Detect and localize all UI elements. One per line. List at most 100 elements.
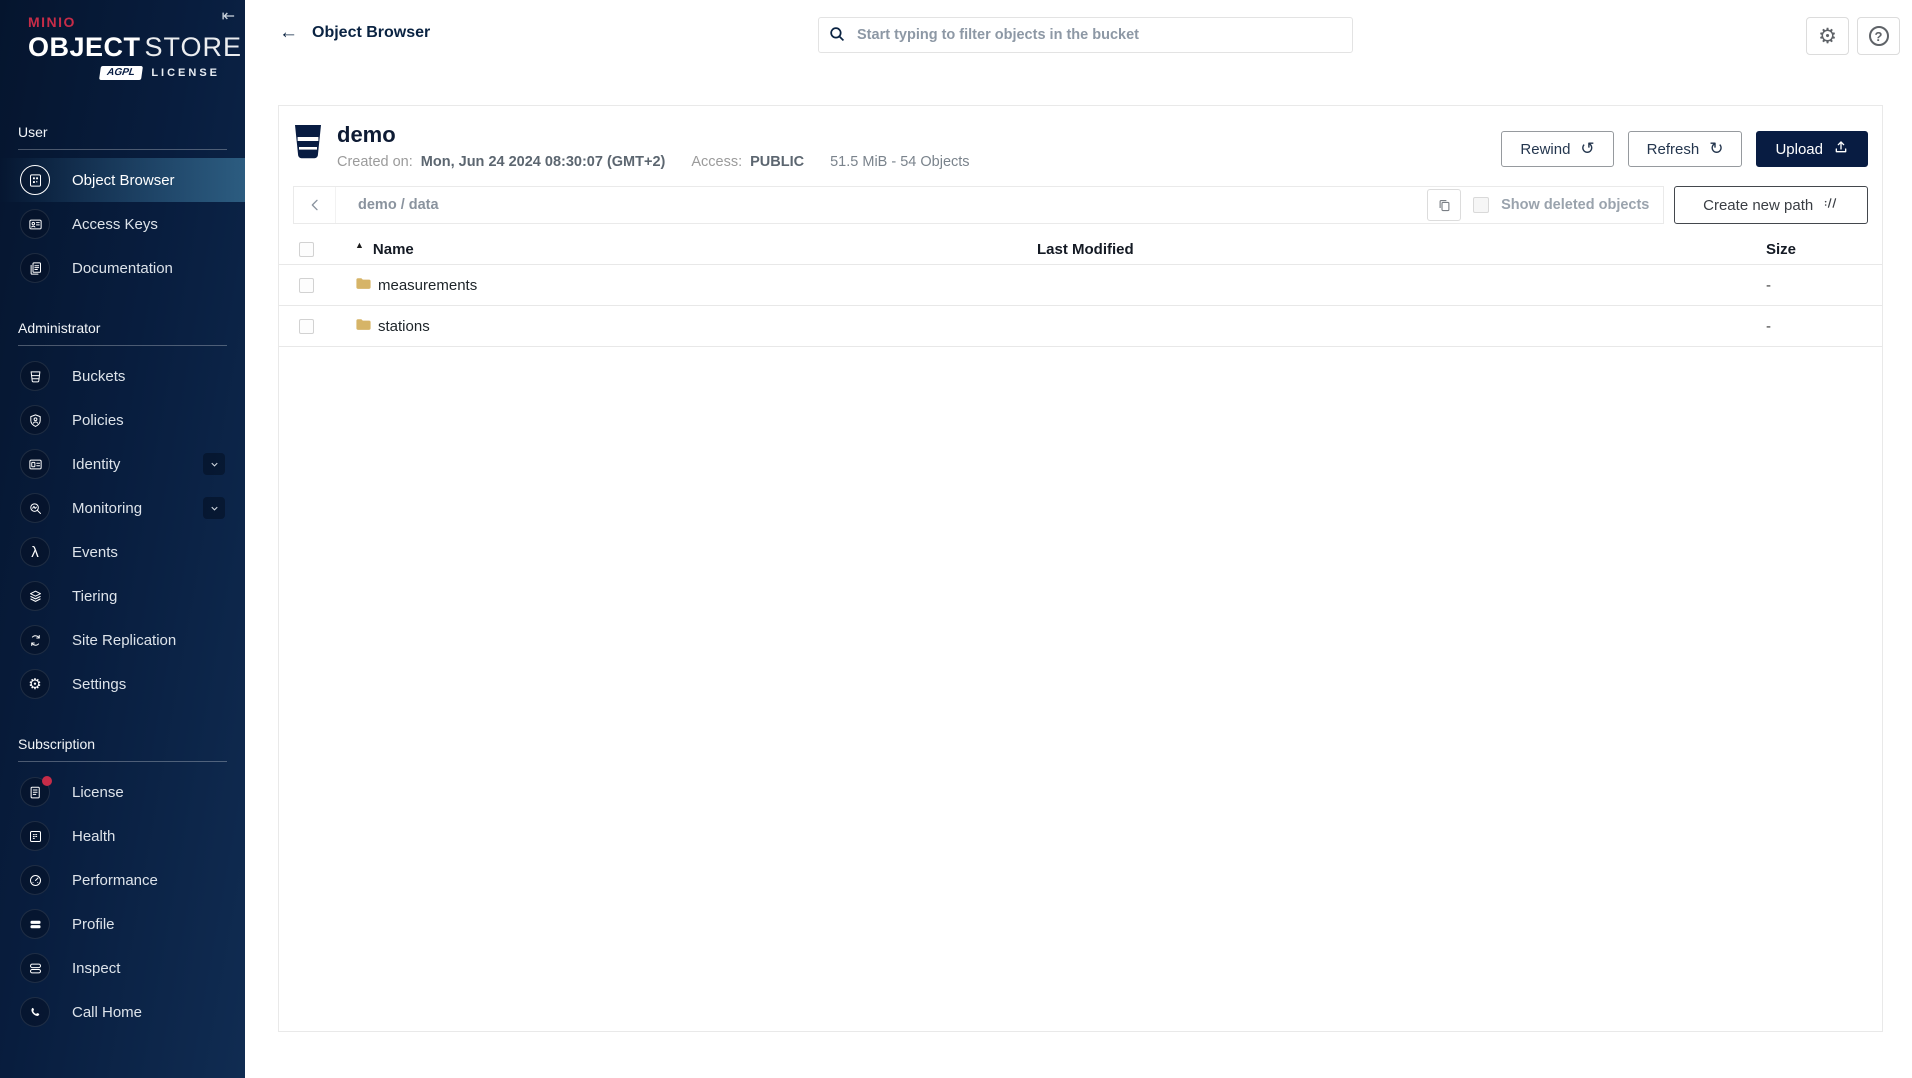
search-icon [828,25,847,49]
table-header-row: ▲ Name Last Modified Size [279,234,1882,265]
sidebar-item-site-replication[interactable]: Site Replication [0,618,245,662]
sidebar-item-performance[interactable]: Performance [0,858,245,902]
access-keys-icon [20,209,50,239]
chevron-down-icon[interactable] [203,453,225,475]
phone-icon [20,997,50,1027]
product-title: OBJECTSTORE [28,32,229,63]
sidebar-item-object-browser[interactable]: Object Browser [0,158,245,202]
sidebar-item-events[interactable]: λ Events [0,530,245,574]
object-browser-panel: demo Created on: Mon, Jun 24 2024 08:30:… [278,105,1883,1032]
table-row[interactable]: stations - [279,306,1882,347]
object-size: - [1766,277,1882,294]
brand-text: MINIO [28,14,229,30]
gear-icon: ⚙ [1818,26,1837,47]
sidebar-item-inspect[interactable]: Inspect [0,946,245,990]
created-label: Created on: [337,154,413,170]
bucket-header: demo Created on: Mon, Jun 24 2024 08:30:… [279,106,1882,180]
section-subscription: Subscription [18,736,227,752]
refresh-icon: ↻ [1709,139,1723,159]
sidebar-item-label: Buckets [72,368,125,385]
section-administrator: Administrator [18,320,227,336]
sidebar-item-label: Identity [72,456,120,473]
license-doc-icon [20,777,50,807]
chevron-down-icon[interactable] [203,497,225,519]
path-back-button[interactable] [294,187,336,223]
sidebar-item-label: Inspect [72,960,120,977]
settings-button[interactable]: ⚙ [1806,17,1849,55]
inspect-icon [20,953,50,983]
sidebar-item-identity[interactable]: Identity [0,442,245,486]
sidebar-item-label: Health [72,828,115,845]
sidebar-item-access-keys[interactable]: Access Keys [0,202,245,246]
sidebar-item-label: Object Browser [72,172,175,189]
objects-table: ▲ Name Last Modified Size measurements - [279,234,1882,347]
sidebar-item-license[interactable]: License [0,770,245,814]
sidebar: ⇤ MINIO OBJECTSTORE AGPL LICENSE User Ob… [0,0,245,1078]
gear-icon: ⚙ [20,669,50,699]
gauge-icon [20,865,50,895]
show-deleted-checkbox[interactable] [1473,197,1489,213]
help-button[interactable]: ? [1857,17,1900,55]
sidebar-item-label: Tiering [72,588,117,605]
minio-logo: MINIO OBJECTSTORE AGPL LICENSE [0,0,245,80]
sidebar-item-documentation[interactable]: Documentation [0,246,245,290]
bucket-icon [20,361,50,391]
rewind-button[interactable]: Rewind ↺ [1501,131,1613,167]
bucket-usage: 51.5 MiB - 54 Objects [830,154,969,170]
sidebar-item-label: Events [72,544,118,561]
path-toolbar: demo / data Show deleted objects Create … [293,186,1868,224]
access-value: PUBLIC [750,154,804,170]
identity-card-icon [20,449,50,479]
row-checkbox[interactable] [299,319,314,334]
sidebar-item-label: Call Home [72,1004,142,1021]
object-name[interactable]: measurements [378,277,477,294]
breadcrumb: demo / data [336,197,439,213]
access-label: Access: [691,154,742,170]
column-header-size[interactable]: Size [1766,241,1882,258]
profile-bars-icon [20,909,50,939]
sort-ascending-icon[interactable]: ▲ [355,240,364,250]
copy-path-button[interactable] [1427,189,1461,221]
column-header-name[interactable]: Name [373,241,414,258]
object-size: - [1766,318,1882,335]
sidebar-item-label: Policies [72,412,124,429]
sync-arrows-icon [20,625,50,655]
new-path-icon [1823,196,1839,214]
sidebar-item-tiering[interactable]: Tiering [0,574,245,618]
row-checkbox[interactable] [299,278,314,293]
lambda-icon: λ [20,537,50,567]
upload-button[interactable]: Upload [1756,131,1868,167]
sidebar-item-monitoring[interactable]: Monitoring [0,486,245,530]
divider [18,345,227,346]
column-header-last-modified[interactable]: Last Modified [1037,241,1766,258]
sidebar-item-label: Settings [72,676,126,693]
sidebar-item-buckets[interactable]: Buckets [0,354,245,398]
monitoring-icon [20,493,50,523]
object-name[interactable]: stations [378,318,430,335]
sidebar-item-label: License [72,784,124,801]
object-filter-search [818,17,1353,53]
create-new-path-button[interactable]: Create new path [1674,186,1868,224]
search-input[interactable] [818,17,1353,53]
shield-icon [20,405,50,435]
refresh-button[interactable]: Refresh ↻ [1628,131,1743,167]
agpl-badge: AGPL [99,66,143,80]
documentation-icon [20,253,50,283]
sidebar-item-profile[interactable]: Profile [0,902,245,946]
sidebar-item-label: Performance [72,872,158,889]
sidebar-item-settings[interactable]: ⚙ Settings [0,662,245,706]
sidebar-item-label: Site Replication [72,632,176,649]
sidebar-item-call-home[interactable]: Call Home [0,990,245,1034]
sidebar-item-health[interactable]: Health [0,814,245,858]
folder-icon [355,317,372,336]
sidebar-item-policies[interactable]: Policies [0,398,245,442]
notification-dot [42,776,52,786]
select-all-checkbox[interactable] [299,242,314,257]
page-title: Object Browser [312,24,430,42]
object-browser-icon [20,165,50,195]
collapse-sidebar-icon[interactable]: ⇤ [222,6,235,26]
back-arrow-icon[interactable]: ← [279,22,298,44]
bucket-name: demo [337,122,970,148]
show-deleted-label: Show deleted objects [1501,197,1649,213]
table-row[interactable]: measurements - [279,265,1882,306]
